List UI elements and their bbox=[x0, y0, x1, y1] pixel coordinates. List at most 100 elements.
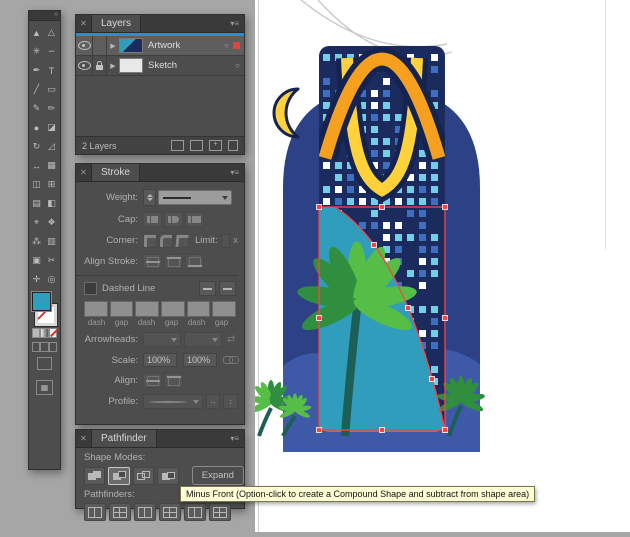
close-icon[interactable]: ✕ bbox=[76, 434, 91, 443]
visibility-toggle[interactable] bbox=[76, 56, 93, 75]
gradient-button[interactable] bbox=[40, 328, 49, 338]
direct-selection-tool[interactable]: △ bbox=[44, 23, 59, 42]
layer-row-artwork[interactable]: ▶ Artwork ○ bbox=[76, 36, 244, 56]
unite-button[interactable] bbox=[84, 466, 106, 485]
mesh-tool[interactable]: ▤ bbox=[29, 194, 44, 213]
arrowhead-end-select[interactable] bbox=[184, 332, 222, 347]
lasso-tool[interactable]: ∽ bbox=[44, 42, 59, 61]
column-graph-tool[interactable]: ▥ bbox=[44, 232, 59, 251]
trim-button[interactable] bbox=[109, 503, 131, 521]
gradient-tool[interactable]: ◧ bbox=[44, 194, 59, 213]
close-icon[interactable]: ✕ bbox=[76, 168, 91, 177]
artboard[interactable] bbox=[249, 0, 630, 532]
scale-tool[interactable]: ◿ bbox=[44, 137, 59, 156]
draw-normal-button[interactable] bbox=[32, 342, 41, 352]
selection-tool[interactable]: ▲ bbox=[29, 23, 44, 42]
cap-projecting-button[interactable] bbox=[185, 212, 204, 227]
gap-field-3[interactable] bbox=[212, 301, 237, 317]
dash-preserve-button[interactable] bbox=[199, 281, 216, 296]
layer-thumbnail[interactable] bbox=[119, 38, 143, 53]
outline-button[interactable] bbox=[184, 503, 206, 521]
line-segment-tool[interactable]: ╱ bbox=[29, 80, 44, 99]
arrow-scale-start-field[interactable]: 100% bbox=[143, 353, 177, 367]
dash-field-3[interactable] bbox=[186, 301, 211, 317]
blob-brush-tool[interactable]: ● bbox=[29, 118, 44, 137]
merge-button[interactable] bbox=[134, 503, 156, 521]
delete-layer-button[interactable] bbox=[228, 140, 238, 151]
corner-bevel-button[interactable] bbox=[175, 233, 189, 248]
divide-button[interactable] bbox=[84, 503, 106, 521]
slice-tool[interactable]: ✂ bbox=[44, 251, 59, 270]
visibility-toggle[interactable] bbox=[76, 36, 93, 55]
clipping-mask-button[interactable] bbox=[171, 140, 184, 151]
canvas-area[interactable] bbox=[249, 0, 630, 532]
corner-round-button[interactable] bbox=[159, 233, 173, 248]
layer-row-sketch[interactable]: ▶ Sketch ○ bbox=[76, 56, 244, 76]
type-tool[interactable]: T bbox=[44, 61, 59, 80]
new-layer-button[interactable]: + bbox=[209, 140, 222, 151]
lock-toggle[interactable] bbox=[93, 56, 107, 75]
dashed-line-checkbox[interactable] bbox=[84, 282, 97, 295]
swap-arrowheads-icon[interactable]: ⇄ bbox=[227, 334, 235, 345]
draw-behind-button[interactable] bbox=[40, 342, 49, 352]
expand-triangle-icon[interactable]: ▶ bbox=[107, 62, 119, 70]
tab-pathfinder[interactable]: Pathfinder bbox=[91, 430, 157, 447]
arrow-scale-end-field[interactable]: 100% bbox=[183, 353, 217, 367]
magic-wand-tool[interactable]: ✳ bbox=[29, 42, 44, 61]
expand-triangle-icon[interactable]: ▶ bbox=[107, 42, 119, 50]
lock-toggle[interactable] bbox=[93, 36, 107, 55]
profile-select[interactable] bbox=[143, 394, 203, 409]
panel-menu-icon[interactable]: ▾≡ bbox=[230, 434, 244, 443]
align-stroke-inside-button[interactable] bbox=[164, 254, 183, 269]
corner-miter-button[interactable] bbox=[143, 233, 157, 248]
target-circle-icon[interactable]: ○ bbox=[231, 61, 244, 70]
crop-button[interactable] bbox=[159, 503, 181, 521]
arrow-align-end-button[interactable] bbox=[164, 373, 183, 388]
exclude-button[interactable] bbox=[157, 466, 179, 485]
width-tool[interactable]: ↔ bbox=[29, 156, 44, 175]
arrowhead-start-select[interactable] bbox=[143, 332, 181, 347]
link-scale-icon[interactable] bbox=[223, 356, 239, 364]
shape-builder-tool[interactable]: ◫ bbox=[29, 175, 44, 194]
tab-layers[interactable]: Layers bbox=[91, 15, 142, 32]
gap-field-1[interactable] bbox=[109, 301, 134, 317]
layer-thumbnail[interactable] bbox=[119, 58, 143, 73]
eraser-tool[interactable]: ◪ bbox=[44, 118, 59, 137]
symbol-sprayer-tool[interactable]: ⁂ bbox=[29, 232, 44, 251]
layer-name[interactable]: Artwork bbox=[148, 40, 220, 51]
perspective-grid-tool[interactable]: ⊞ bbox=[44, 175, 59, 194]
color-button[interactable] bbox=[32, 328, 41, 338]
free-transform-tool[interactable]: ▦ bbox=[44, 156, 59, 175]
dash-field-1[interactable] bbox=[84, 301, 108, 317]
minus-back-button[interactable] bbox=[209, 503, 231, 521]
pen-tool[interactable]: ✒ bbox=[29, 61, 44, 80]
close-icon[interactable]: ✕ bbox=[76, 19, 91, 28]
expand-button[interactable]: Expand bbox=[191, 466, 244, 485]
new-sublayer-button[interactable] bbox=[190, 140, 203, 151]
rectangle-tool[interactable]: ▭ bbox=[44, 80, 59, 99]
none-button[interactable] bbox=[48, 328, 57, 338]
eyedropper-tool[interactable]: ⌖ bbox=[29, 213, 44, 232]
weight-stepper[interactable] bbox=[143, 189, 156, 206]
tab-stroke[interactable]: Stroke bbox=[91, 164, 140, 181]
rotate-tool[interactable]: ↻ bbox=[29, 137, 44, 156]
weight-select[interactable] bbox=[158, 190, 232, 205]
layer-name[interactable]: Sketch bbox=[148, 60, 231, 71]
edit-toolbar-button[interactable]: ▦ bbox=[36, 380, 53, 395]
pencil-tool[interactable]: ✏ bbox=[44, 99, 59, 118]
flip-across-button[interactable]: ↕ bbox=[223, 394, 238, 409]
panel-menu-icon[interactable]: ▾≡ bbox=[230, 168, 244, 177]
align-stroke-outside-button[interactable] bbox=[185, 254, 204, 269]
intersect-button[interactable] bbox=[132, 466, 155, 485]
fill-swatch[interactable] bbox=[31, 291, 52, 312]
gap-field-2[interactable] bbox=[161, 301, 185, 317]
limit-field[interactable] bbox=[220, 233, 231, 248]
zoom-tool[interactable]: ◎ bbox=[44, 270, 59, 289]
blend-tool[interactable]: ❖ bbox=[44, 213, 59, 232]
target-circle-icon[interactable]: ○ bbox=[220, 41, 233, 50]
cap-round-button[interactable] bbox=[164, 212, 183, 227]
minus-front-button[interactable] bbox=[108, 466, 130, 485]
dash-field-2[interactable] bbox=[135, 301, 160, 317]
arrow-align-tip-button[interactable] bbox=[143, 373, 162, 388]
hand-tool[interactable]: ✛ bbox=[29, 270, 44, 289]
